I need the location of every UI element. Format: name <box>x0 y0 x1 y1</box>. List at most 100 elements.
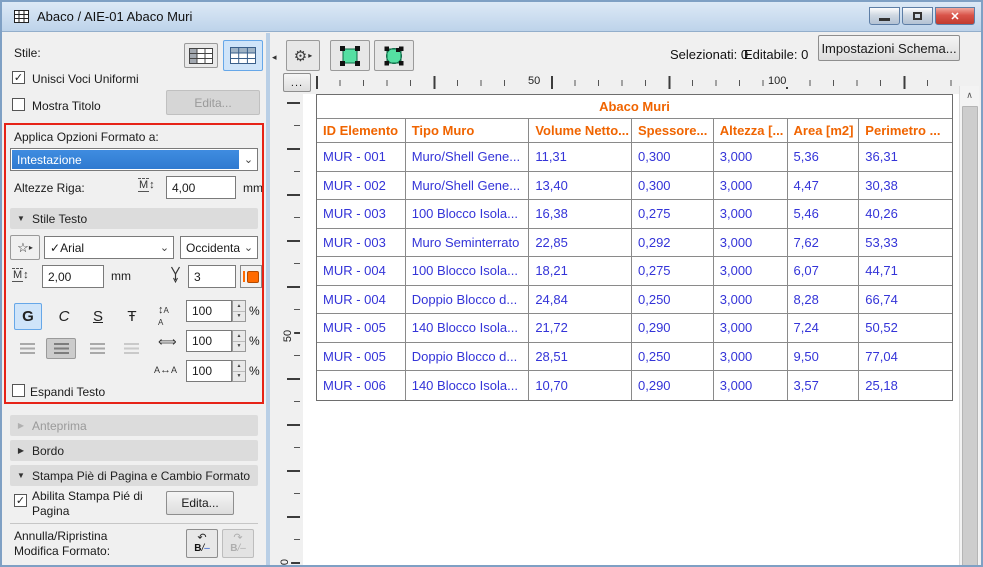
table-cell[interactable]: 10,70 <box>529 371 632 400</box>
table-row[interactable]: MUR - 006140 Blocco Isola...10,700,2903,… <box>317 371 952 400</box>
table-row[interactable]: MUR - 001Muro/Shell Gene...11,310,3003,0… <box>317 143 952 172</box>
table-cell[interactable]: 3,000 <box>714 172 788 201</box>
strikethrough-button[interactable]: Ŧ <box>118 303 146 330</box>
table-cell[interactable]: 44,71 <box>859 257 952 286</box>
table-cell[interactable]: 40,26 <box>859 200 952 229</box>
table-cell[interactable]: 30,38 <box>859 172 952 201</box>
select-element-button[interactable] <box>330 40 370 71</box>
favorites-star-button[interactable]: ☆ ▸ <box>10 235 40 260</box>
header-cell[interactable]: Perimetro ... <box>859 119 952 143</box>
spacing-factor-stepper[interactable]: ▲▼ <box>232 360 246 382</box>
schedule-title[interactable]: Abaco Muri <box>317 95 952 119</box>
table-cell[interactable]: 16,38 <box>529 200 632 229</box>
unisci-checkbox[interactable]: ✓ <box>12 71 25 84</box>
table-cell[interactable]: 7,62 <box>788 229 860 258</box>
table-cell[interactable]: 50,52 <box>859 314 952 343</box>
pen-color-button[interactable] <box>240 265 262 288</box>
table-cell[interactable]: MUR - 003 <box>317 229 406 258</box>
ruler-corner-button[interactable]: ... <box>283 73 311 92</box>
table-cell[interactable]: 0,275 <box>632 257 714 286</box>
espandi-testo-checkbox[interactable] <box>12 384 25 397</box>
table-cell[interactable]: 0,290 <box>632 314 714 343</box>
table-cell[interactable]: MUR - 004 <box>317 257 406 286</box>
table-cell[interactable]: 66,74 <box>859 286 952 315</box>
table-cell[interactable]: 6,07 <box>788 257 860 286</box>
restore-button[interactable] <box>902 7 933 25</box>
bold-button[interactable]: G <box>14 303 42 330</box>
format-target-combo[interactable]: Intestazione ⌄ <box>10 148 258 171</box>
vertical-scrollbar[interactable]: ∧ <box>959 86 979 567</box>
table-cell[interactable]: Muro Seminterrato <box>406 229 530 258</box>
spacing-factor-input[interactable]: 100 <box>186 360 232 382</box>
table-cell[interactable]: 24,84 <box>529 286 632 315</box>
table-cell[interactable]: 5,36 <box>788 143 860 172</box>
table-cell[interactable]: 3,000 <box>714 343 788 372</box>
panel-divider[interactable] <box>266 33 270 567</box>
table-cell[interactable]: Doppio Blocco d... <box>406 343 530 372</box>
line-spacing-stepper[interactable]: ▲▼ <box>232 300 246 322</box>
pen-number-input[interactable]: 3 <box>188 265 236 288</box>
table-cell[interactable]: 21,72 <box>529 314 632 343</box>
table-cell[interactable]: 3,000 <box>714 286 788 315</box>
table-cell[interactable]: MUR - 005 <box>317 343 406 372</box>
undo-format-button[interactable]: ↶ B/– <box>186 529 218 558</box>
redo-format-button[interactable]: ↷ B/– <box>222 529 254 558</box>
table-row[interactable]: MUR - 005140 Blocco Isola...21,720,2903,… <box>317 314 952 343</box>
table-cell[interactable]: 0,250 <box>632 343 714 372</box>
header-cell[interactable]: Altezza [... <box>714 119 788 143</box>
table-cell[interactable]: 9,50 <box>788 343 860 372</box>
collapse-panel-icon[interactable]: ◂ <box>272 52 277 63</box>
table-row[interactable]: MUR - 004Doppio Blocco d...24,840,2503,0… <box>317 286 952 315</box>
table-cell[interactable]: 140 Blocco Isola... <box>406 314 530 343</box>
stampa-section-header[interactable]: ▼ Stampa Piè di Pagina e Cambio Formato <box>10 465 258 486</box>
table-cell[interactable]: 4,47 <box>788 172 860 201</box>
table-cell[interactable]: 77,04 <box>859 343 952 372</box>
table-cell[interactable]: MUR - 003 <box>317 200 406 229</box>
table-cell[interactable]: 8,28 <box>788 286 860 315</box>
table-cell[interactable]: 36,31 <box>859 143 952 172</box>
mostra-titolo-checkbox[interactable] <box>12 98 25 111</box>
table-row[interactable]: MUR - 002Muro/Shell Gene...13,400,3003,0… <box>317 172 952 201</box>
table-cell[interactable]: Muro/Shell Gene... <box>406 172 530 201</box>
script-combo[interactable]: Occidentale ⌄ <box>180 236 258 259</box>
align-left-button[interactable] <box>14 339 40 358</box>
table-cell[interactable]: 0,292 <box>632 229 714 258</box>
table-row[interactable]: MUR - 004100 Blocco Isola...18,210,2753,… <box>317 257 952 286</box>
table-cell[interactable]: 100 Blocco Isola... <box>406 257 530 286</box>
style-header-column-button[interactable] <box>184 43 218 68</box>
abilita-stampa-checkbox[interactable]: ✓ <box>14 494 27 507</box>
edita-titolo-button[interactable]: Edita... <box>166 90 260 115</box>
table-row[interactable]: MUR - 003Muro Seminterrato22,850,2923,00… <box>317 229 952 258</box>
minimize-button[interactable] <box>869 7 900 25</box>
table-cell[interactable]: MUR - 001 <box>317 143 406 172</box>
edita-pie-button[interactable]: Edita... <box>166 491 234 515</box>
table-cell[interactable]: 3,000 <box>714 229 788 258</box>
table-cell[interactable]: 3,000 <box>714 257 788 286</box>
italic-button[interactable]: C <box>50 303 78 330</box>
table-cell[interactable]: 0,275 <box>632 200 714 229</box>
table-cell[interactable]: MUR - 005 <box>317 314 406 343</box>
close-button[interactable]: ✕ <box>935 7 975 25</box>
align-right-button[interactable] <box>84 339 110 358</box>
line-spacing-input[interactable]: 100 <box>186 300 232 322</box>
table-cell[interactable]: 3,000 <box>714 200 788 229</box>
impostazioni-schema-button[interactable]: Impostazioni Schema... <box>818 35 960 61</box>
font-combo[interactable]: ✓Arial ⌄ <box>44 236 174 259</box>
table-cell[interactable]: 3,57 <box>788 371 860 400</box>
table-cell[interactable]: 3,000 <box>714 314 788 343</box>
table-cell[interactable]: 3,000 <box>714 143 788 172</box>
header-cell[interactable]: Tipo Muro <box>406 119 530 143</box>
header-cell[interactable]: Spessore... <box>632 119 714 143</box>
table-cell[interactable]: 7,24 <box>788 314 860 343</box>
anteprima-section-header[interactable]: ▶ Anteprima <box>10 415 258 436</box>
edit-selection-button[interactable] <box>374 40 414 71</box>
table-row[interactable]: MUR - 003100 Blocco Isola...16,380,2753,… <box>317 200 952 229</box>
header-cell[interactable]: ID Elemento <box>317 119 406 143</box>
font-size-input[interactable]: 2,00 <box>42 265 104 288</box>
table-cell[interactable]: MUR - 002 <box>317 172 406 201</box>
table-cell[interactable]: 0,250 <box>632 286 714 315</box>
table-cell[interactable]: MUR - 004 <box>317 286 406 315</box>
table-cell[interactable]: 3,000 <box>714 371 788 400</box>
table-cell[interactable]: 140 Blocco Isola... <box>406 371 530 400</box>
bordo-section-header[interactable]: ▶ Bordo <box>10 440 258 461</box>
